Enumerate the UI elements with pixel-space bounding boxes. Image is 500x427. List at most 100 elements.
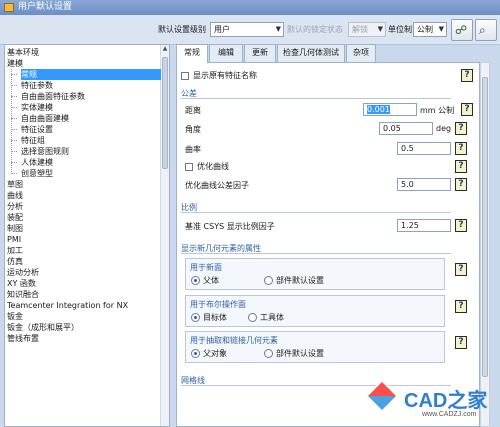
part-default-radio-2[interactable]	[264, 349, 273, 358]
tree-item[interactable]: 钣金	[7, 311, 23, 322]
settings-level-dropdown[interactable]: 用户 ▼	[210, 22, 284, 37]
tree-item[interactable]: 管线布置	[7, 333, 39, 344]
target-body-radio[interactable]	[191, 313, 200, 322]
tree-item[interactable]: 特征参数	[21, 80, 53, 91]
tree-item[interactable]: XY 函数	[7, 278, 36, 289]
csys-scale-input[interactable]: 1.25	[397, 219, 451, 232]
boolean-face-group-title: 用于布尔操作面	[190, 300, 246, 309]
tree-item[interactable]: 选择意图规则	[21, 146, 69, 157]
tool-body-radio[interactable]	[248, 313, 257, 322]
tree-connector	[11, 69, 12, 174]
tree-item[interactable]: 曲线	[7, 190, 23, 201]
parent-body-label: 父体	[203, 276, 219, 285]
tree-scrollbar[interactable]: ▲	[160, 45, 169, 426]
curvature-input[interactable]: 0.5	[397, 142, 451, 155]
tree-item[interactable]: 运动分析	[7, 267, 39, 278]
binoculars-icon: ☍	[455, 23, 468, 37]
extract-link-group-title: 用于抽取和链接几何元素	[190, 336, 278, 345]
part-default-label: 部件默认设置	[276, 276, 324, 285]
tab-misc[interactable]: 杂项	[346, 44, 376, 62]
boolean-face-group: 用于布尔操作面 目标体 工具体	[185, 295, 445, 327]
optimize-tolerance-input[interactable]: 5.0	[397, 178, 451, 191]
tree-item[interactable]: 创意塑型	[21, 168, 53, 179]
panel-scrollbar[interactable]	[480, 62, 490, 427]
help-icon[interactable]: ?	[461, 103, 473, 116]
csys-scale-label: 基准 CSYS 显示比例因子	[185, 222, 275, 231]
help-search-button[interactable]: ⌕	[475, 19, 497, 41]
angle-input[interactable]: 0.05	[379, 122, 433, 135]
tree-item[interactable]: 钣金（成形和展平）	[7, 322, 79, 333]
curvature-label: 曲率	[185, 145, 201, 154]
tree-item[interactable]: 特征设置	[21, 124, 53, 135]
distance-value: 0.001	[367, 105, 390, 114]
new-face-group-title: 用于新面	[190, 263, 222, 272]
find-button[interactable]: ☍	[451, 19, 473, 41]
help-icon[interactable]: ?	[455, 336, 467, 349]
help-icon[interactable]: ?	[461, 69, 473, 82]
tree-item[interactable]: 人体建模	[21, 157, 53, 168]
optimize-tolerance-value: 5.0	[401, 180, 414, 189]
lock-state-dropdown[interactable]: 解锁 ▼	[348, 22, 386, 37]
unit-system-value: 公制	[417, 25, 433, 34]
tree-item[interactable]: 自由曲面建模	[21, 113, 69, 124]
angle-unit: deg	[436, 124, 452, 133]
optimize-curve-checkbox[interactable]	[185, 163, 193, 171]
tree-item[interactable]: PMI	[7, 234, 21, 245]
help-icon[interactable]: ?	[455, 142, 467, 155]
window-title: 用户默认设置	[18, 2, 73, 12]
tree-item[interactable]: 仿真	[7, 256, 23, 267]
distance-input[interactable]: 0.001	[363, 103, 417, 116]
tree-scroll-thumb[interactable]	[162, 57, 168, 169]
watermark-brand: CAD之家	[404, 390, 488, 412]
angle-label: 角度	[185, 125, 201, 134]
help-icon[interactable]: ?	[455, 160, 467, 173]
tree-item[interactable]: 实体建模	[21, 102, 53, 113]
toolbar: 默认设置级别 用户 ▼ 默认的锁定状态 解锁 ▼ 单位制 公制 ▼ ☍ ⌕	[0, 15, 500, 45]
extract-link-group: 用于抽取和链接几何元素 父对象 部件默认设置	[185, 331, 445, 363]
tab-update[interactable]: 更新	[244, 44, 276, 62]
curvature-value: 0.5	[401, 144, 414, 153]
parent-object-label: 父对象	[203, 349, 227, 358]
tab-general[interactable]: 常规	[176, 44, 208, 63]
tree-item[interactable]: 加工	[7, 245, 23, 256]
angle-value: 0.05	[383, 124, 401, 133]
cad-logo-icon	[365, 379, 399, 413]
unit-system-label: 单位制	[388, 25, 412, 34]
settings-level-label: 默认设置级别	[158, 25, 206, 34]
tree-item[interactable]: 建模	[7, 58, 23, 69]
tree-item[interactable]: 特征组	[21, 135, 45, 146]
divider	[181, 212, 451, 213]
chevron-down-icon: ▼	[438, 25, 444, 33]
part-default-label-2: 部件默认设置	[276, 349, 324, 358]
show-feature-names-checkbox[interactable]	[181, 72, 189, 80]
tool-body-label: 工具体	[260, 313, 284, 322]
panel-scroll-thumb[interactable]	[482, 77, 488, 377]
tree-item[interactable]: 知识融合	[7, 289, 39, 300]
general-settings-panel: 显示原有特征名称 ? 公差 距离 0.001 mm 公制 ? 角度 0.05 d…	[176, 62, 480, 427]
tree-item[interactable]: 常规	[21, 69, 161, 80]
tree-item[interactable]: 草图	[7, 179, 23, 190]
help-icon[interactable]: ?	[455, 219, 467, 232]
tab-check-geometry[interactable]: 检查几何体测试	[277, 44, 345, 62]
help-icon[interactable]: ?	[455, 178, 467, 191]
target-body-label: 目标体	[203, 313, 227, 322]
tree-item[interactable]: 制图	[7, 223, 23, 234]
cad-watermark: CAD之家 www.CADZJ.com	[365, 379, 498, 426]
help-icon[interactable]: ?	[455, 300, 467, 313]
tree-item[interactable]: Teamcenter Integration for NX	[7, 300, 128, 311]
tree-item[interactable]: 分析	[7, 201, 23, 212]
help-icon[interactable]: ?	[455, 263, 467, 276]
divider	[181, 98, 451, 99]
chevron-down-icon: ▼	[275, 25, 281, 33]
tree-item[interactable]: 装配	[7, 212, 23, 223]
scroll-up-icon[interactable]: ▲	[161, 45, 169, 54]
tab-edit[interactable]: 编辑	[209, 44, 243, 62]
tree-item[interactable]: 自由曲面特征参数	[21, 91, 85, 102]
part-default-radio[interactable]	[264, 276, 273, 285]
parent-body-radio[interactable]	[191, 276, 200, 285]
tree-item[interactable]: 基本环境	[7, 47, 39, 58]
csys-scale-value: 1.25	[401, 221, 419, 230]
unit-system-dropdown[interactable]: 公制 ▼	[413, 22, 447, 37]
parent-object-radio[interactable]	[191, 349, 200, 358]
help-icon[interactable]: ?	[455, 122, 467, 135]
